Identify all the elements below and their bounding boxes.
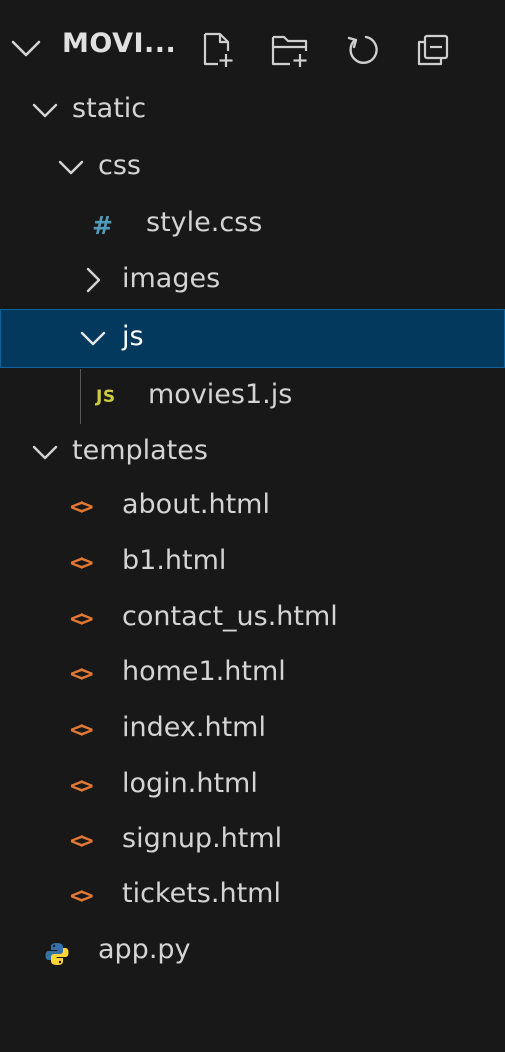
section-title[interactable]: MOVI... (62, 28, 176, 59)
tree-file-home1-html[interactable]: <> home1.html (0, 645, 505, 702)
tree-file-index-html[interactable]: <> index.html (0, 701, 505, 758)
tree-file-style-css[interactable]: # style.css (0, 196, 505, 253)
tree-item-label: signup.html (122, 823, 283, 854)
html-file-icon: <> (70, 494, 93, 520)
tree-folder-templates[interactable]: templates (0, 424, 505, 481)
collapse-all-icon (417, 34, 449, 66)
tree-item-label: b1.html (122, 545, 227, 576)
tree-file-signup-html[interactable]: <> signup.html (0, 812, 505, 869)
refresh-button[interactable] (343, 30, 383, 70)
html-file-icon: <> (70, 828, 93, 854)
tree-item-label: contact_us.html (122, 601, 338, 632)
tree-file-movies1-js[interactable]: JS movies1.js (0, 368, 505, 425)
tree-item-label: css (98, 150, 141, 181)
new-folder-button[interactable] (270, 30, 310, 70)
python-file-icon (45, 943, 69, 965)
new-file-button[interactable] (198, 30, 238, 70)
tree-folder-js[interactable]: js (0, 309, 505, 368)
tree-folder-images[interactable]: images (0, 252, 505, 309)
chevron-down-icon[interactable] (8, 30, 44, 66)
chevron-down-icon[interactable] (78, 323, 108, 353)
tree-folder-css[interactable]: css (0, 139, 505, 196)
chevron-down-icon[interactable] (30, 95, 60, 125)
tree-file-tickets-html[interactable]: <> tickets.html (0, 867, 505, 924)
file-explorer: MOVI... static css # style.css images js… (0, 0, 505, 1052)
html-file-icon: <> (70, 717, 93, 743)
css-file-icon: # (92, 210, 113, 240)
tree-item-label: login.html (122, 768, 258, 799)
chevron-down-icon[interactable] (56, 152, 86, 182)
tree-folder-static[interactable]: static (0, 82, 505, 139)
chevron-down-icon[interactable] (30, 437, 60, 467)
tree-file-app-py[interactable]: app.py (0, 923, 505, 980)
tree-item-label: about.html (122, 489, 270, 520)
new-folder-icon (271, 35, 308, 67)
tree-file-b1-html[interactable]: <> b1.html (0, 534, 505, 591)
html-file-icon: <> (70, 606, 93, 632)
new-file-icon (203, 32, 233, 67)
tree-file-contact-us-html[interactable]: <> contact_us.html (0, 590, 505, 647)
empty-explorer-space[interactable] (0, 990, 505, 1052)
html-file-icon: <> (70, 661, 93, 687)
tree-item-label: js (122, 321, 144, 352)
tree-item-label: home1.html (122, 656, 286, 687)
tree-item-label: tickets.html (122, 878, 281, 909)
html-file-icon: <> (70, 773, 93, 799)
tree-item-label: app.py (98, 934, 191, 965)
html-file-icon: <> (70, 883, 93, 909)
collapse-all-button[interactable] (413, 30, 453, 70)
explorer-header[interactable]: MOVI... (0, 16, 505, 76)
chevron-right-icon[interactable] (78, 265, 108, 295)
tree-item-label: static (72, 93, 147, 124)
tree-item-label: templates (72, 435, 208, 466)
refresh-icon (347, 35, 378, 64)
tree-item-label: movies1.js (148, 379, 293, 410)
tree-file-login-html[interactable]: <> login.html (0, 757, 505, 814)
tree-item-label: images (122, 263, 221, 294)
tree-item-label: index.html (122, 712, 266, 743)
tree-item-label: style.css (146, 207, 263, 238)
html-file-icon: <> (70, 550, 93, 576)
tree-file-about-html[interactable]: <> about.html (0, 478, 505, 535)
js-file-icon: JS (96, 387, 116, 407)
